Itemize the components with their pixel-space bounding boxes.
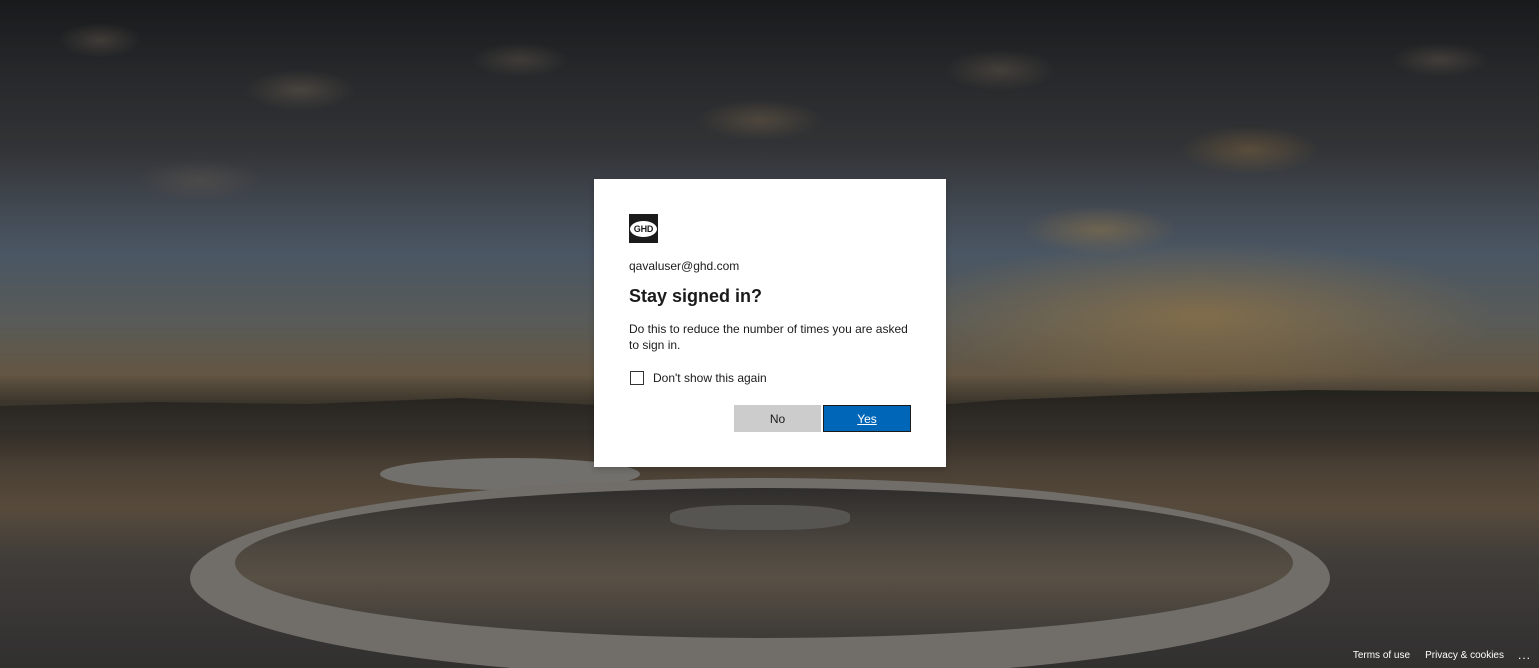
account-email: qavaluser@ghd.com	[629, 259, 740, 273]
page-footer: Terms of use Privacy & cookies ...	[1338, 648, 1531, 662]
stay-signed-in-dialog: GHD qavaluser@ghd.com Stay signed in? Do…	[594, 179, 946, 467]
logo-oval: GHD	[630, 220, 657, 237]
dialog-description: Do this to reduce the number of times yo…	[629, 322, 908, 352]
no-button[interactable]: No	[734, 405, 821, 432]
privacy-cookies-link[interactable]: Privacy & cookies	[1425, 650, 1504, 661]
more-options-icon[interactable]: ...	[1518, 648, 1531, 662]
company-logo: GHD	[629, 214, 658, 243]
dialog-title: Stay signed in?	[629, 286, 763, 306]
terms-of-use-link[interactable]: Terms of use	[1353, 650, 1410, 661]
logo-text: GHD	[633, 223, 654, 234]
dont-show-again-checkbox[interactable]	[630, 371, 644, 385]
dont-show-again-row[interactable]: Don't show this again	[630, 371, 767, 385]
yes-button[interactable]: Yes	[823, 405, 911, 432]
dont-show-again-label[interactable]: Don't show this again	[653, 371, 767, 385]
